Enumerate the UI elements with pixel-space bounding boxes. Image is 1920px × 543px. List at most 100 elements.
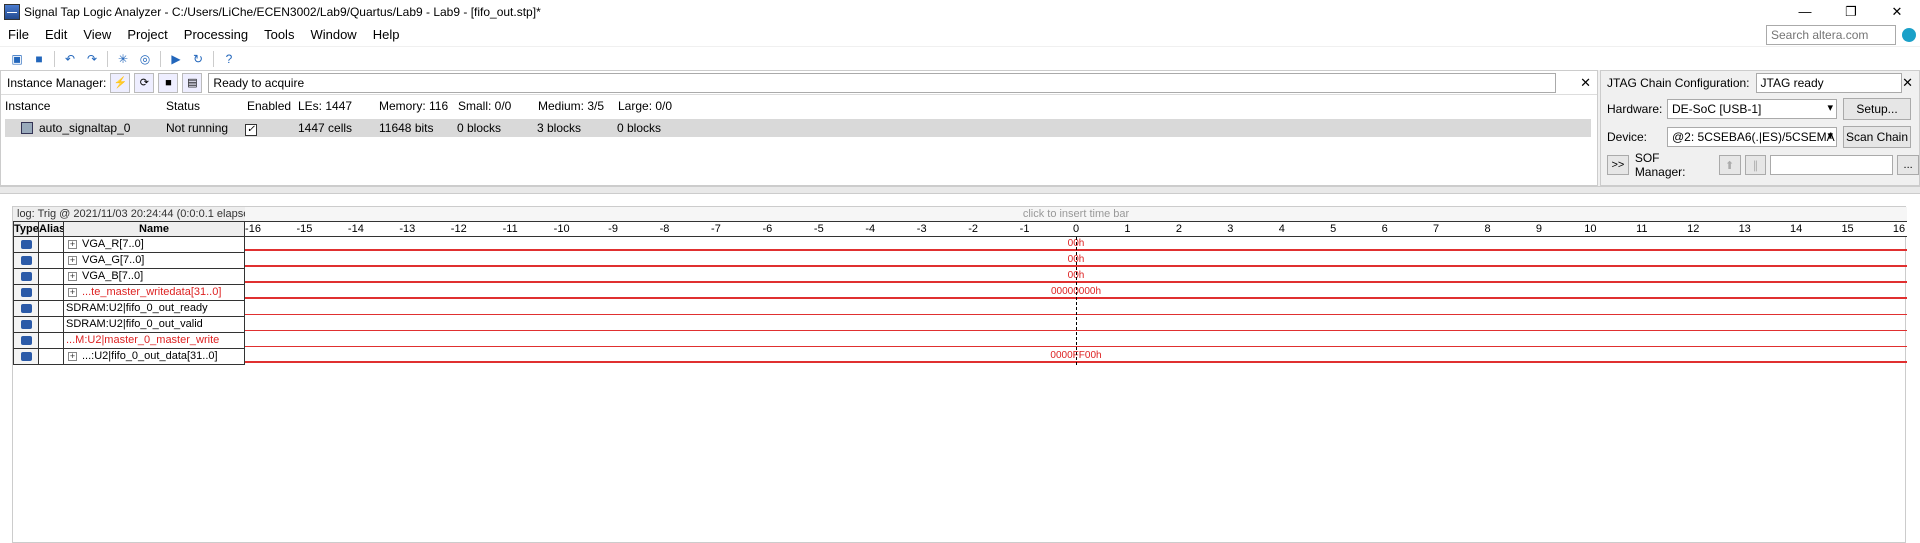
menu-window[interactable]: Window	[302, 27, 364, 42]
run-analysis-icon[interactable]: ⟳	[134, 72, 155, 93]
minimize-button[interactable]: —	[1782, 0, 1828, 23]
expand-bus-icon[interactable]: +	[68, 240, 77, 249]
restore-button[interactable]: ❐	[1828, 0, 1874, 23]
auto-run-icon[interactable]: ⚡	[110, 72, 131, 93]
time-bar-area[interactable]: click to insert time bar	[245, 207, 1907, 221]
signal-row[interactable]: + ...:U2|fifo_0_out_data[31..0]	[13, 349, 245, 365]
menu-file[interactable]: File	[0, 27, 37, 42]
expand-bus-icon[interactable]: +	[68, 272, 77, 281]
menu-tools[interactable]: Tools	[256, 27, 302, 42]
device-select[interactable]: @2: 5CSEBA6(.|ES)/5CSEMA	[1667, 127, 1837, 147]
undo-icon[interactable]: ↶	[61, 50, 79, 68]
signal-name-cell[interactable]: ...M:U2|master_0_master_write	[63, 333, 245, 349]
signal-row[interactable]: + ...te_master_writedata[31..0]	[13, 285, 245, 301]
panel-splitter[interactable]	[0, 186, 1920, 194]
expand-bus-icon[interactable]: +	[68, 256, 77, 265]
instance-row[interactable]: auto_signaltap_0 Not running ✓ 1447 cell…	[5, 119, 1591, 137]
header-name[interactable]: Name	[63, 221, 245, 237]
instance-table-header: Instance Status Enabled LEs: 1447 Memory…	[1, 95, 1597, 119]
menu-help[interactable]: Help	[365, 27, 408, 42]
signal-name-cell[interactable]: + VGA_R[7..0]	[63, 237, 245, 253]
signal-alias-cell[interactable]	[38, 349, 64, 365]
signal-row[interactable]: + VGA_B[7..0]	[13, 269, 245, 285]
signal-name-cell[interactable]: + ...:U2|fifo_0_out_data[31..0]	[63, 349, 245, 365]
col-large[interactable]: Large: 0/0	[618, 99, 672, 113]
signal-alias-cell[interactable]	[38, 301, 64, 317]
col-memory[interactable]: Memory: 116	[379, 99, 448, 113]
sof-file-field[interactable]	[1770, 155, 1894, 175]
ruler-tick-label: 6	[1381, 223, 1388, 235]
attach-file-icon[interactable]: ∥	[1744, 155, 1767, 175]
col-status[interactable]: Status	[166, 99, 200, 113]
signal-name: SDRAM:U2|fifo_0_out_valid	[66, 318, 203, 330]
browse-sof-button[interactable]: ...	[1897, 155, 1920, 175]
signal-alias-cell[interactable]	[38, 237, 64, 253]
col-les[interactable]: LEs: 1447	[298, 99, 352, 113]
signal-alias-cell[interactable]	[38, 269, 64, 285]
close-jtag-panel-button[interactable]: ✕	[1902, 75, 1913, 91]
signal-alias-cell[interactable]	[38, 285, 64, 301]
waveform-traces[interactable]: 00h 00h 00h 00000000h 0000FF00h	[245, 237, 1907, 365]
signal-name-cell[interactable]: + ...te_master_writedata[31..0]	[63, 285, 245, 301]
read-data-icon[interactable]: ▤	[182, 72, 203, 93]
enabled-checkbox[interactable]: ✓	[245, 124, 257, 136]
signal-name-cell[interactable]: SDRAM:U2|fifo_0_out_valid	[63, 317, 245, 333]
col-small[interactable]: Small: 0/0	[458, 99, 511, 113]
save-icon[interactable]: ■	[30, 50, 48, 68]
header-type[interactable]: Type	[13, 221, 39, 237]
signal-row[interactable]: + VGA_G[7..0]	[13, 253, 245, 269]
redo-icon[interactable]: ↷	[83, 50, 101, 68]
signal-name: ...te_master_writedata[31..0]	[82, 286, 222, 298]
autorun-icon[interactable]: ↻	[189, 50, 207, 68]
trigger-marker	[1076, 237, 1077, 365]
run-icon[interactable]: ▶	[167, 50, 185, 68]
close-instance-manager-button[interactable]: ✕	[1580, 75, 1591, 91]
close-window-button[interactable]: ✕	[1874, 0, 1920, 23]
col-enabled[interactable]: Enabled	[247, 99, 291, 113]
signal-name: SDRAM:U2|fifo_0_out_ready	[66, 302, 208, 314]
node-finder-icon[interactable]: ✳	[114, 50, 132, 68]
signal-name-cell[interactable]: + VGA_G[7..0]	[63, 253, 245, 269]
scan-chain-button[interactable]: Scan Chain	[1843, 126, 1911, 148]
menu-processing[interactable]: Processing	[176, 27, 256, 42]
signal-row[interactable]: ...M:U2|master_0_master_write	[13, 333, 245, 349]
signal-alias-cell[interactable]	[38, 333, 64, 349]
waveform-panel: log: Trig @ 2021/11/03 20:24:44 (0:0:0.1…	[0, 194, 1920, 543]
expand-button[interactable]: >>	[1607, 155, 1629, 175]
signal-type-cell	[13, 333, 39, 349]
program-device-icon[interactable]: ⬆	[1718, 155, 1741, 175]
globe-icon[interactable]	[1902, 28, 1916, 42]
menu-project[interactable]: Project	[119, 27, 175, 42]
signal-name-cell[interactable]: SDRAM:U2|fifo_0_out_ready	[63, 301, 245, 317]
signal-row[interactable]: SDRAM:U2|fifo_0_out_valid	[13, 317, 245, 333]
search-input[interactable]	[1766, 25, 1896, 45]
ruler-tick-label: 5	[1330, 223, 1337, 235]
binoculars-icon[interactable]: ◎	[136, 50, 154, 68]
signal-alias-cell[interactable]	[38, 317, 64, 333]
new-window-icon[interactable]: ▣	[8, 50, 26, 68]
expand-bus-icon[interactable]: +	[68, 288, 77, 297]
bus-signal-icon	[21, 272, 32, 281]
signal-type-cell	[13, 285, 39, 301]
header-alias[interactable]: Alias	[38, 221, 65, 237]
ruler-tick-label: -4	[865, 223, 876, 235]
expand-bus-icon[interactable]: +	[68, 352, 77, 361]
stop-analysis-icon[interactable]: ■	[158, 72, 179, 93]
menu-view[interactable]: View	[75, 27, 119, 42]
col-medium[interactable]: Medium: 3/5	[538, 99, 604, 113]
instance-medium-cell: 3 blocks	[537, 121, 582, 135]
device-label: Device:	[1607, 130, 1648, 144]
time-ruler[interactable]: -16 -15 -14 -13 -12 -11 -10 -9 -8 -7 -6 -5 -4 -3 -2 -1 0…	[245, 221, 1907, 237]
signal-alias-cell[interactable]	[38, 253, 64, 269]
setup-button[interactable]: Setup...	[1843, 98, 1911, 120]
menu-edit[interactable]: Edit	[37, 27, 75, 42]
device-row: Device: @2: 5CSEBA6(.|ES)/5CSEMA Scan Ch…	[1601, 123, 1919, 151]
help-icon[interactable]: ?	[220, 50, 238, 68]
instance-enabled-cell[interactable]: ✓	[245, 121, 257, 136]
signal-row[interactable]: SDRAM:U2|fifo_0_out_ready	[13, 301, 245, 317]
hardware-select[interactable]: DE-SoC [USB-1]	[1667, 99, 1837, 119]
ruler-tick-label: 15	[1841, 223, 1854, 235]
signal-name-cell[interactable]: + VGA_B[7..0]	[63, 269, 245, 285]
col-instance[interactable]: Instance	[5, 99, 50, 113]
signal-row[interactable]: + VGA_R[7..0]	[13, 237, 245, 253]
